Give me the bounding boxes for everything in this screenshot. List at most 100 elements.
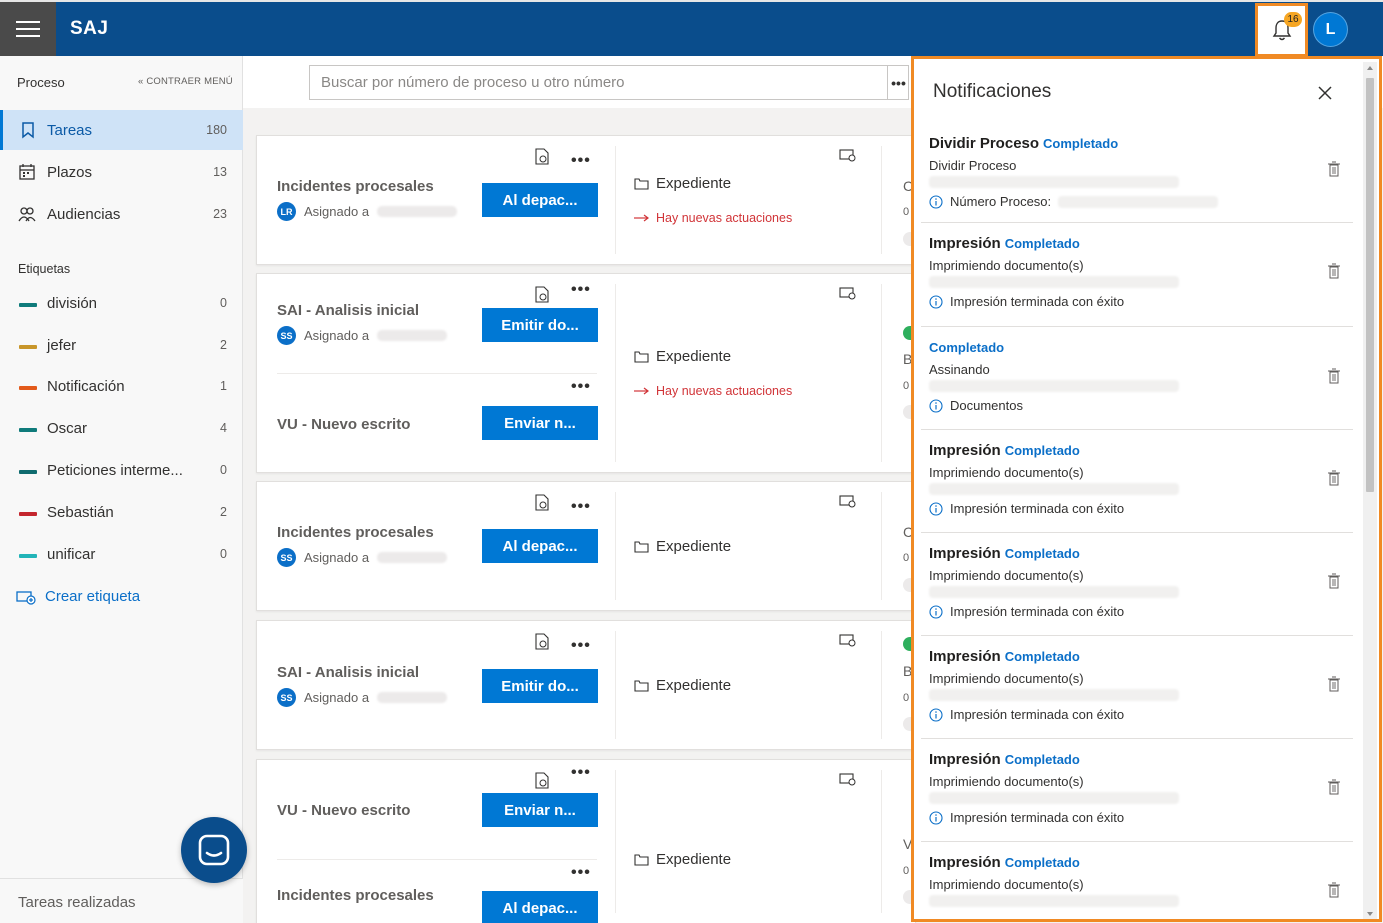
notification-item[interactable]: Dividir Proceso Completado Dividir Proces… (921, 123, 1353, 223)
user-avatar[interactable]: L (1313, 12, 1348, 47)
tag-count: 0 (220, 463, 227, 477)
trash-icon[interactable] (1327, 368, 1341, 384)
document-info-icon[interactable] (535, 494, 549, 511)
tag-item-notificacion[interactable]: Notificación 1 (0, 372, 243, 402)
view-icon[interactable] (839, 286, 857, 300)
task-action-button[interactable]: Enviar n... (482, 406, 598, 440)
tag-item-unificar[interactable]: unificar 0 (0, 540, 243, 570)
close-icon[interactable] (1317, 85, 1333, 101)
notification-status: Completado (929, 340, 1005, 355)
search-more-button[interactable]: ••• (887, 65, 909, 100)
tag-label: división (47, 295, 98, 312)
task-action-button[interactable]: Al depac... (482, 183, 598, 217)
notification-item[interactable]: Impresión Completado Imprimiendo document… (921, 430, 1353, 533)
document-info-icon[interactable] (535, 772, 549, 789)
new-actions-alert[interactable]: Hay nuevas actuaciones (634, 384, 792, 398)
trash-icon[interactable] (1327, 676, 1341, 692)
task-card[interactable]: ••• SAI - Analisis inicial SS Asignado a… (256, 620, 916, 750)
notification-item[interactable]: Impresión Completado Imprimiendo document… (921, 739, 1353, 842)
tag-item-oscar[interactable]: Oscar 4 (0, 414, 243, 444)
tag-item-jefer[interactable]: jefer 2 (0, 331, 243, 361)
document-info-icon[interactable] (535, 633, 549, 650)
sidebar-item-count: 13 (213, 165, 227, 179)
collapse-menu-button[interactable]: « CONTRAER MENÚ (138, 76, 233, 87)
task-card[interactable]: ••• SAI - Analisis inicial SS Asignado a… (256, 273, 916, 473)
view-icon[interactable] (839, 772, 857, 786)
tag-count: 0 (220, 296, 227, 310)
task-action-button[interactable]: Emitir do... (482, 308, 598, 342)
task-divider (277, 859, 597, 860)
tag-item-division[interactable]: división 0 (0, 289, 243, 319)
task-card[interactable]: ••• Incidentes procesales SS Asignado a … (256, 481, 916, 611)
expediente-link[interactable]: Expediente (634, 348, 731, 365)
scroll-thumb[interactable] (1366, 78, 1374, 492)
scroll-up-arrow[interactable] (1367, 66, 1373, 70)
notification-item[interactable]: Completado Assinando Documentos (921, 327, 1353, 430)
task-card[interactable]: ••• VU - Nuevo escrito Enviar n... ••• I… (256, 759, 916, 923)
trash-icon[interactable] (1327, 882, 1341, 898)
expediente-link[interactable]: Expediente (634, 677, 731, 694)
notification-item[interactable]: Impresión Completado Imprimiendo document… (921, 636, 1353, 739)
notifications-button[interactable]: 16 (1255, 3, 1308, 57)
notification-title-text: Impresión (929, 751, 1001, 768)
hamburger-menu-button[interactable] (0, 2, 56, 56)
trash-icon[interactable] (1327, 263, 1341, 279)
more-options-icon[interactable]: ••• (571, 637, 591, 655)
panel-scrollbar[interactable] (1363, 62, 1377, 919)
task-action-button[interactable]: Enviar n... (482, 793, 598, 827)
column-value: 0 (903, 692, 910, 704)
scroll-down-arrow[interactable] (1367, 912, 1373, 916)
notification-item[interactable]: Impresión Completado Imprimiendo document… (921, 533, 1353, 636)
notification-item[interactable]: Impresión Completado Imprimiendo document… (921, 223, 1353, 327)
document-info-icon[interactable] (535, 148, 549, 165)
notification-title: Impresión Completado (929, 545, 1080, 562)
more-options-icon[interactable]: ••• (571, 498, 591, 516)
trash-icon[interactable] (1327, 161, 1341, 177)
more-options-icon[interactable]: ••• (571, 152, 591, 170)
notification-item[interactable]: Impresión Completado Imprimiendo document… (921, 842, 1353, 919)
tag-label: Sebastián (47, 504, 114, 521)
folder-icon (634, 178, 649, 190)
trash-icon[interactable] (1327, 470, 1341, 486)
assigned-row: SS Asignado a (277, 548, 448, 567)
trash-icon[interactable] (1327, 779, 1341, 795)
task-title: VU - Nuevo escrito (277, 416, 411, 433)
sidebar-item-audiencias[interactable]: Audiencias 23 (0, 194, 243, 234)
completed-tasks-footer[interactable]: Tareas realizadas (0, 878, 243, 923)
view-icon[interactable] (839, 633, 857, 647)
task-item: VU - Nuevo escrito (277, 416, 410, 433)
column-value: 0 (903, 865, 910, 877)
view-icon[interactable] (839, 494, 857, 508)
sidebar-item-tareas[interactable]: Tareas 180 (0, 110, 243, 150)
column-value: 0 (903, 552, 910, 564)
trash-icon[interactable] (1327, 573, 1341, 589)
notification-info-text: Documentos (950, 398, 1023, 413)
task-title: VU - Nuevo escrito (277, 802, 411, 819)
assigned-row: LR Asignado a (277, 202, 458, 221)
more-options-icon[interactable]: ••• (571, 864, 591, 882)
expediente-link[interactable]: Expediente (634, 175, 731, 192)
task-action-button[interactable]: Emitir do... (482, 669, 598, 703)
assignee-initials: LR (277, 202, 296, 221)
more-options-icon[interactable]: ••• (571, 281, 591, 299)
create-tag-link[interactable]: Crear etiqueta (16, 588, 140, 605)
expediente-label: Expediente (656, 851, 732, 868)
more-options-icon[interactable]: ••• (571, 764, 591, 782)
expediente-label: Expediente (656, 538, 732, 555)
expediente-link[interactable]: Expediente (634, 851, 731, 868)
view-icon[interactable] (839, 148, 857, 162)
task-action-button[interactable]: Al depac... (482, 529, 598, 563)
new-actions-alert[interactable]: Hay nuevas actuaciones (634, 211, 792, 225)
task-action-button[interactable]: Al depac... (482, 891, 598, 923)
search-input[interactable] (310, 66, 908, 99)
add-tag-icon (16, 590, 36, 605)
sidebar-item-plazos[interactable]: Plazos 13 (0, 152, 243, 192)
more-options-icon[interactable]: ••• (571, 378, 591, 396)
tag-item-peticiones[interactable]: Peticiones interme... 0 (0, 456, 243, 486)
document-info-icon[interactable] (535, 286, 549, 303)
task-title: Incidentes procesales (277, 887, 434, 904)
expediente-link[interactable]: Expediente (634, 538, 731, 555)
task-card[interactable]: ••• Incidentes procesales LR Asignado a … (256, 135, 916, 265)
chat-button[interactable] (181, 817, 247, 883)
tag-item-sebastian[interactable]: Sebastián 2 (0, 498, 243, 528)
